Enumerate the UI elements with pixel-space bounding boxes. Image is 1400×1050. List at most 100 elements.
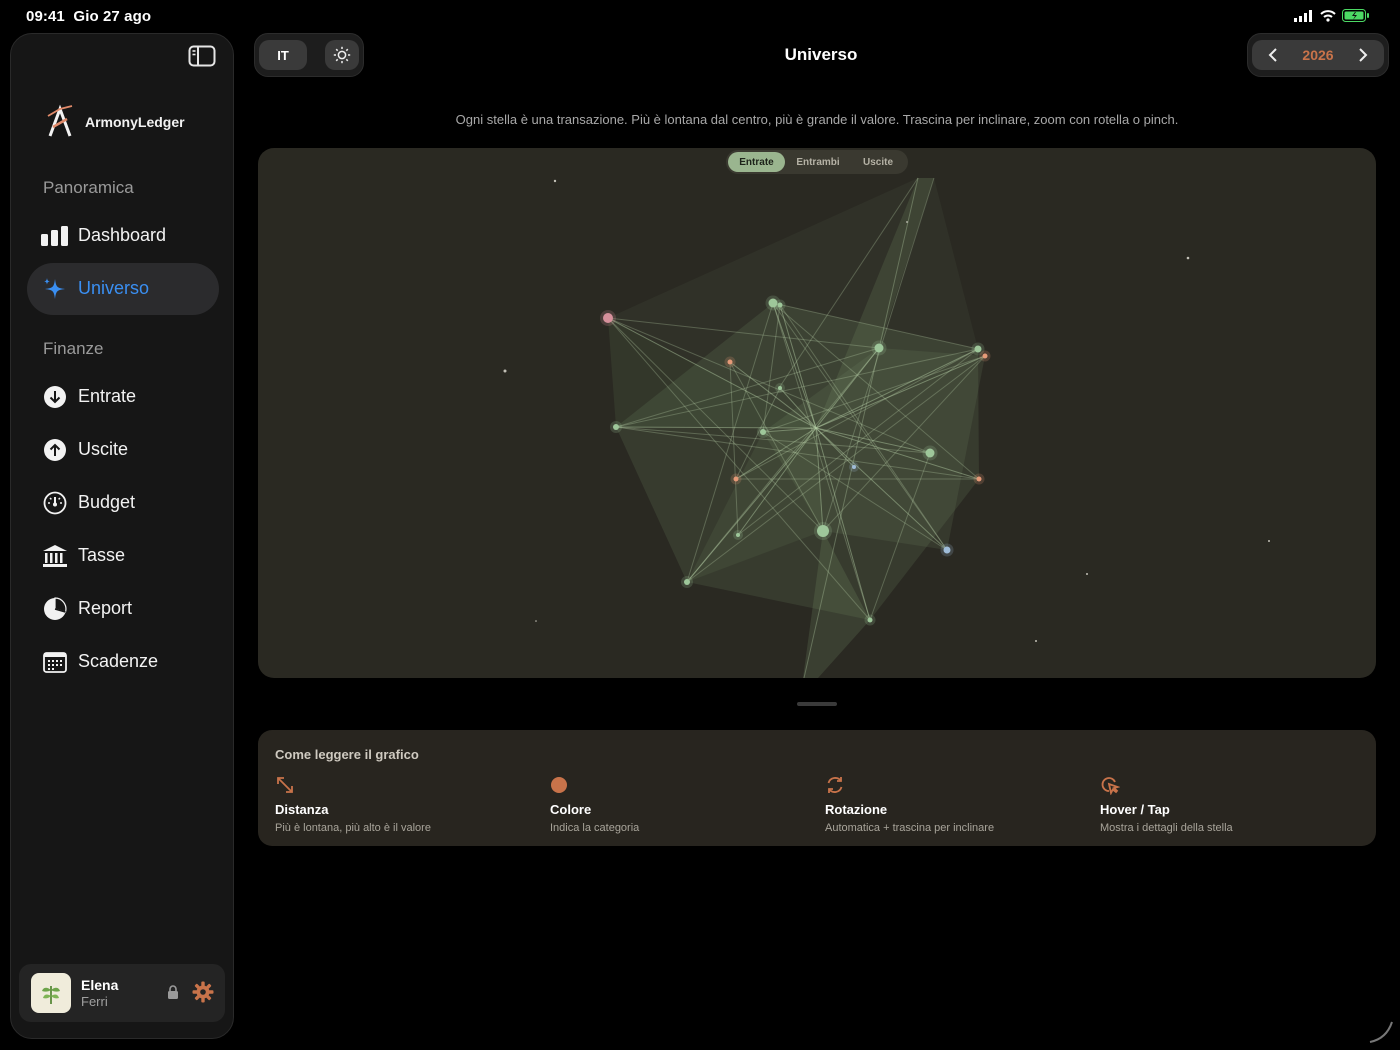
transaction-star[interactable]: [736, 533, 740, 537]
signal-icon: [1294, 9, 1312, 22]
sidebar-item-label: Budget: [78, 492, 136, 512]
legend-item-rotazione: Rotazione Automatica + trascina per incl…: [825, 774, 994, 834]
legend-item-sub: Più è lontana, più alto è il valore: [275, 822, 431, 834]
sidebar-item-budget[interactable]: Budget: [27, 477, 219, 529]
transaction-star[interactable]: [974, 345, 982, 353]
sidebar-item-label: Scadenze: [78, 651, 159, 671]
transaction-star[interactable]: [817, 525, 829, 537]
status-icons: [1294, 9, 1370, 22]
resize-corner-icon: [1369, 1021, 1393, 1043]
sidebar-item-universo[interactable]: Universo: [27, 263, 219, 315]
legend-item-hover-tap: Hover / Tap Mostra i dettagli della stel…: [1100, 774, 1233, 834]
legend-item-title: Colore: [550, 802, 592, 817]
transaction-star[interactable]: [778, 386, 782, 390]
transaction-star[interactable]: [684, 579, 690, 585]
sidebar: ArmonyLedger Panoramica Dashboard Univer…: [10, 33, 234, 1039]
universe-canvas[interactable]: Entrate Entrambi Uscite: [258, 148, 1376, 678]
background-star: [503, 369, 507, 373]
sidebar-item-label: Uscite: [78, 439, 129, 459]
universe-description: Ogni stella è una transazione. Più è lon…: [455, 112, 1179, 127]
background-star: [1086, 573, 1088, 575]
legend-panel: Come leggere il grafico Distanza Più è l…: [258, 730, 1376, 846]
calendar-icon: [41, 649, 69, 675]
filter-entrate[interactable]: Entrate: [728, 152, 785, 172]
color-dot-icon: [551, 777, 567, 793]
transaction-star[interactable]: [874, 343, 884, 353]
status-time: 09:41 Gio 27 ago: [26, 8, 152, 25]
sidebar-item-scadenze[interactable]: Scadenze: [27, 636, 219, 688]
transaction-star[interactable]: [777, 302, 783, 308]
legend-item-sub: Mostra i dettagli della stella: [1100, 822, 1233, 834]
background-star: [1035, 640, 1037, 642]
transaction-star[interactable]: [852, 465, 856, 469]
lock-icon[interactable]: [167, 985, 179, 999]
transaction-star[interactable]: [867, 617, 873, 623]
arrows-expand-icon: [277, 777, 293, 793]
transaction-star[interactable]: [982, 353, 988, 359]
background-star: [1268, 540, 1270, 542]
sidebar-item-label: Report: [78, 598, 133, 618]
resize-handle[interactable]: [797, 702, 837, 706]
legend-item-title: Distanza: [275, 802, 329, 817]
transaction-star[interactable]: [613, 424, 619, 430]
arrow-up-circle-icon: [41, 437, 69, 463]
leaf-avatar-icon: [42, 986, 60, 1004]
gauge-icon: [41, 490, 69, 516]
rotate-icon: [827, 777, 843, 793]
transaction-star[interactable]: [943, 546, 951, 554]
sparkles-icon: [41, 276, 69, 302]
sidebar-item-label: Universo: [78, 278, 150, 298]
transaction-star[interactable]: [925, 448, 935, 458]
sidebar-item-label: Dashboard: [78, 225, 167, 245]
year-selector-inner: 2026: [1252, 40, 1384, 70]
sidebar-item-dashboard[interactable]: Dashboard: [27, 210, 219, 262]
sidebar-item-uscite[interactable]: Uscite: [27, 424, 219, 476]
chevron-right-icon: [1359, 48, 1368, 62]
bar-chart-icon: [41, 223, 69, 249]
filter-segmented-control: Entrate Entrambi Uscite: [726, 150, 908, 174]
transaction-star[interactable]: [733, 476, 739, 482]
section-panoramica: Panoramica: [43, 178, 134, 197]
pie-chart-icon: [41, 596, 69, 622]
filter-entrambi[interactable]: Entrambi: [788, 152, 848, 172]
background-star: [553, 179, 557, 183]
legend-item-title: Hover / Tap: [1100, 802, 1170, 817]
transaction-star[interactable]: [603, 313, 613, 323]
legend-item-title: Rotazione: [825, 802, 888, 817]
legend-item-sub: Indica la categoria: [550, 822, 640, 834]
background-star: [1186, 256, 1190, 260]
transaction-star[interactable]: [760, 429, 766, 435]
status-bar: 09:41 Gio 27 ago: [0, 0, 1400, 32]
arrow-down-circle-icon: [41, 384, 69, 410]
sidebar-item-entrate[interactable]: Entrate: [27, 371, 219, 423]
battery-icon: [1342, 9, 1369, 22]
legend-item-colore: Colore Indica la categoria: [550, 774, 639, 834]
legend-item-sub: Automatica + trascina per inclinare: [825, 822, 995, 834]
legend-title: Come leggere il grafico: [275, 747, 419, 762]
user-last-name: Ferri: [81, 994, 108, 1009]
sidebar-item-tasse[interactable]: Tasse: [27, 530, 219, 582]
legend-item-distanza: Distanza Più è lontana, più alto è il va…: [275, 774, 431, 834]
background-star: [535, 620, 537, 622]
universe-graph[interactable]: [258, 148, 1376, 678]
next-year-button[interactable]: [1352, 45, 1374, 65]
tap-icon: [1101, 777, 1120, 795]
user-card[interactable]: Elena Ferri: [19, 964, 225, 1022]
bank-icon: [41, 543, 69, 569]
transaction-star[interactable]: [727, 359, 733, 365]
transaction-star[interactable]: [976, 476, 982, 482]
section-finanze: Finanze: [43, 339, 104, 358]
sidebar-item-label: Entrate: [78, 386, 137, 406]
sidebar-item-report[interactable]: Report: [27, 583, 219, 635]
wifi-icon: [1320, 9, 1336, 22]
brand: ArmonyLedger: [45, 104, 185, 140]
user-first-name: Elena: [81, 977, 119, 993]
brand-name: ArmonyLedger: [85, 114, 185, 130]
settings-gear-icon[interactable]: [192, 981, 214, 1003]
year-selector: 2026: [1247, 33, 1389, 77]
brand-logo-icon: [47, 104, 73, 137]
background-star: [906, 221, 908, 223]
filter-uscite[interactable]: Uscite: [850, 152, 906, 172]
sidebar-item-label: Tasse: [78, 545, 126, 565]
avatar: [31, 973, 71, 1013]
